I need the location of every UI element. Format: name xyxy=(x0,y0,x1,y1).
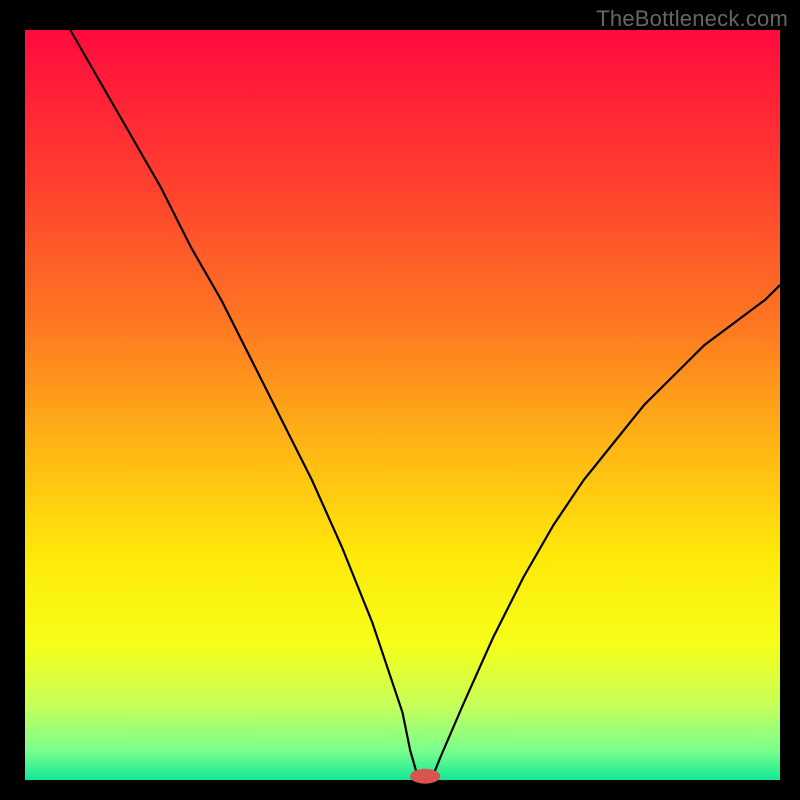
bottleneck-chart xyxy=(0,0,800,800)
chart-container: TheBottleneck.com xyxy=(0,0,800,800)
optimum-marker xyxy=(410,769,440,784)
plot-background xyxy=(25,30,780,780)
watermark-text: TheBottleneck.com xyxy=(596,6,788,32)
